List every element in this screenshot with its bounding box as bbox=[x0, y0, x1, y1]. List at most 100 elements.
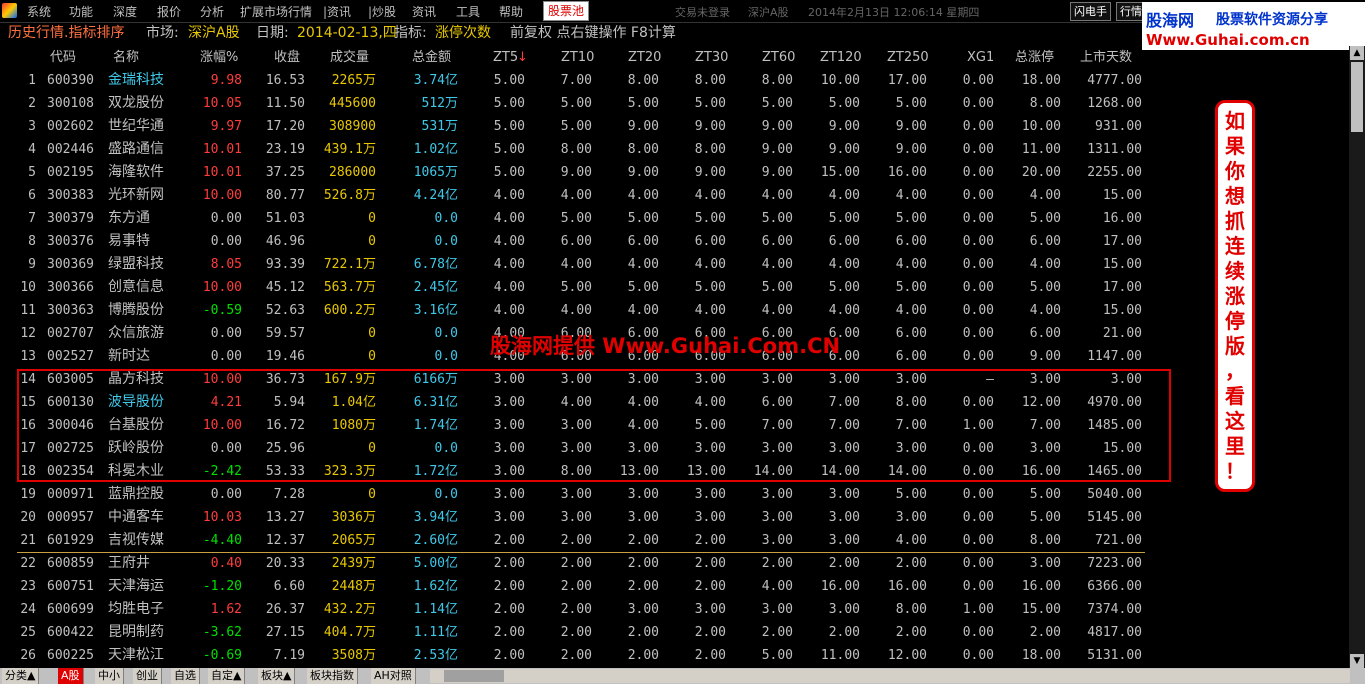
column-header[interactable]: 涨幅% bbox=[200, 46, 238, 69]
table-row[interactable]: 22 600859 王府井 0.40 20.33 2439万 5.00亿 2.00 2.00 2.… bbox=[0, 552, 1148, 575]
cell-close: 52.63 bbox=[265, 303, 305, 318]
column-header[interactable]: ZT120 bbox=[820, 46, 862, 69]
table-row[interactable]: 21 601929 吉视传媒 -4.40 12.37 2065万 2.60亿 2.00 2.00… bbox=[0, 529, 1148, 552]
cell-zt60: 4.00 bbox=[761, 188, 793, 203]
cell-code: 600422 bbox=[47, 625, 94, 640]
tab-3[interactable]: 创业 bbox=[133, 668, 162, 684]
flash-trade-button[interactable]: 闪电手 bbox=[1070, 2, 1111, 21]
cell-name: 科冕木业 bbox=[108, 463, 164, 479]
cell-name: 波导股份 bbox=[108, 394, 164, 410]
scroll-thumb[interactable] bbox=[1351, 62, 1363, 132]
tab-7[interactable]: 板块指数 bbox=[307, 668, 358, 684]
column-header[interactable]: ZT250 bbox=[887, 46, 929, 69]
menu-item[interactable]: 功能 bbox=[69, 3, 93, 20]
cell-chg: 0.40 bbox=[210, 556, 242, 571]
menu-item[interactable]: 分析 bbox=[200, 3, 224, 20]
cell-vol: 2448万 bbox=[331, 579, 376, 594]
market-value[interactable]: 深沪A股 bbox=[188, 22, 240, 44]
column-header[interactable]: XG1 bbox=[967, 46, 994, 69]
cell-zt5: 2.00 bbox=[493, 556, 525, 571]
table-row[interactable]: 8 300376 易事特 0.00 46.96 0 0.0 4.00 6.00 6.00 6.00 6… bbox=[0, 230, 1148, 253]
column-header[interactable]: ZT20 bbox=[628, 46, 661, 69]
column-header[interactable]: 总金额 bbox=[412, 46, 451, 69]
menu-item[interactable]: 报价 bbox=[157, 3, 181, 20]
table-row[interactable]: 6 300383 光环新网 10.00 80.77 526.8万 4.24亿 4.00 4.00… bbox=[0, 184, 1148, 207]
cell-no: 19 bbox=[20, 487, 36, 502]
cell-chg: 0.00 bbox=[210, 234, 242, 249]
table-row[interactable]: 4 002446 盛路通信 10.01 23.19 439.1万 1.02亿 5.00 8.00… bbox=[0, 138, 1148, 161]
cell-code: 600751 bbox=[47, 579, 94, 594]
table-row[interactable]: 7 300379 东方通 0.00 51.03 0 0.0 4.00 5.00 5.00 5.00 5… bbox=[0, 207, 1148, 230]
cell-zt120: 10.00 bbox=[820, 73, 860, 88]
table-row[interactable]: 14 603005 晶方科技 10.00 36.73 167.9万 6166万 3.00 3.0… bbox=[0, 368, 1148, 391]
table-row[interactable]: 23 600751 天津海运 -1.20 6.60 2448万 1.62亿 2.00 2.00 2… bbox=[0, 575, 1148, 598]
table-row[interactable]: 3 002602 世纪华通 9.97 17.20 308900 531万 5.00 5.00 9.… bbox=[0, 115, 1148, 138]
menu-item[interactable]: 系统 bbox=[27, 3, 51, 20]
h-scroll-thumb[interactable] bbox=[444, 670, 504, 682]
column-header[interactable]: 收盘 bbox=[274, 46, 300, 69]
cell-xg1: 0.00 bbox=[962, 533, 994, 548]
cell-zt30: 6.00 bbox=[694, 234, 726, 249]
table-row[interactable]: 17 002725 跃岭股份 0.00 25.96 0 0.0 3.00 3.00 3.00 3.0… bbox=[0, 437, 1148, 460]
vertical-scrollbar[interactable]: ▲ ▼ bbox=[1349, 46, 1365, 668]
column-header[interactable]: 名称 bbox=[113, 46, 139, 69]
table-row[interactable]: 5 002195 海隆软件 10.01 37.25 286000 1065万 5.00 9.00… bbox=[0, 161, 1148, 184]
table-row[interactable]: 10 300366 创意信息 10.00 45.12 563.7万 2.45亿 4.00 5.0… bbox=[0, 276, 1148, 299]
cell-amt: 1065万 bbox=[413, 165, 458, 180]
menu-item[interactable]: |炒股 bbox=[368, 3, 396, 20]
tab-8[interactable]: AH对照 bbox=[371, 668, 416, 684]
column-header[interactable]: 总涨停 bbox=[1015, 46, 1054, 69]
menu-item[interactable]: 深度 bbox=[113, 3, 137, 20]
table-row[interactable]: 9 300369 绿盟科技 8.05 93.39 722.1万 6.78亿 4.00 4.00 4… bbox=[0, 253, 1148, 276]
stock-pool-button[interactable]: 股票池 bbox=[543, 1, 590, 21]
table-row[interactable]: 25 600422 昆明制药 -3.62 27.15 404.7万 1.11亿 2.00 2.0… bbox=[0, 621, 1148, 644]
cell-zt120: 4.00 bbox=[828, 188, 860, 203]
table-row[interactable]: 19 000971 蓝鼎控股 0.00 7.28 0 0.0 3.00 3.00 3.00 3.00… bbox=[0, 483, 1148, 506]
trade-status: 交易未登录 bbox=[675, 6, 730, 19]
table-row[interactable]: 20 000957 中通客车 10.03 13.27 3036万 3.94亿 3.00 3.00… bbox=[0, 506, 1148, 529]
cell-amt: 3.16亿 bbox=[413, 303, 458, 318]
tab-4[interactable]: 自选 bbox=[171, 668, 200, 684]
column-header[interactable]: 代码 bbox=[50, 46, 76, 69]
tab-5[interactable]: 自定▲ bbox=[208, 668, 246, 684]
cell-name: 吉视传媒 bbox=[108, 532, 164, 548]
table-row[interactable]: 18 002354 科冕木业 -2.42 53.33 323.3万 1.72亿 3.00 8.0… bbox=[0, 460, 1148, 483]
scroll-up-icon[interactable]: ▲ bbox=[1350, 46, 1364, 60]
cell-zt250: 4.00 bbox=[895, 303, 927, 318]
column-header[interactable]: ZT10 bbox=[561, 46, 594, 69]
cell-total: 3.00 bbox=[1029, 372, 1061, 387]
column-header[interactable]: ZT5 bbox=[493, 46, 518, 69]
cell-zt10: 7.00 bbox=[560, 73, 592, 88]
table-row[interactable]: 11 300363 博腾股份 -0.59 52.63 600.2万 3.16亿 4.00 4.0… bbox=[0, 299, 1148, 322]
cell-code: 002195 bbox=[47, 165, 94, 180]
menu-item[interactable]: |资讯 bbox=[323, 3, 351, 20]
cell-name: 东方通 bbox=[108, 210, 150, 226]
column-header[interactable]: ZT30 bbox=[695, 46, 728, 69]
horizontal-scrollbar[interactable] bbox=[430, 669, 1350, 683]
indicator-value[interactable]: 涨停次数 bbox=[435, 22, 491, 44]
cell-zt30: 5.00 bbox=[694, 211, 726, 226]
table-row[interactable]: 2 300108 双龙股份 10.05 11.50 445600 512万 5.00 5.00 5… bbox=[0, 92, 1148, 115]
cell-zt5: 4.00 bbox=[493, 257, 525, 272]
scroll-down-icon[interactable]: ▼ bbox=[1350, 654, 1364, 668]
table-row[interactable]: 1 600390 金瑞科技 9.98 16.53 2265万 3.74亿 5.00 7.00 8.… bbox=[0, 69, 1148, 92]
table-row[interactable]: 26 600225 天津松江 -0.69 7.19 3508万 2.53亿 2.00 2.00 2… bbox=[0, 644, 1148, 667]
table-row[interactable]: 16 300046 台基股份 10.00 16.72 1080万 1.74亿 3.00 3.00… bbox=[0, 414, 1148, 437]
cell-name: 台基股份 bbox=[108, 417, 164, 433]
table-row[interactable]: 24 600699 均胜电子 1.62 26.37 432.2万 1.14亿 2.00 2.00… bbox=[0, 598, 1148, 621]
tab-6[interactable]: 板块▲ bbox=[258, 668, 296, 684]
tab-2[interactable]: 中小 bbox=[95, 668, 124, 684]
menu-item[interactable]: 扩展市场行情 bbox=[240, 3, 312, 20]
tab-1[interactable]: A股 bbox=[58, 668, 84, 684]
menu-item[interactable]: 帮助 bbox=[499, 3, 523, 20]
cell-name: 新时达 bbox=[108, 348, 150, 364]
menu-item[interactable]: 工具 bbox=[456, 3, 480, 20]
table-row[interactable]: 15 600130 波导股份 4.21 5.94 1.04亿 6.31亿 3.00 4.00 4.… bbox=[0, 391, 1148, 414]
menu-item[interactable]: 资讯 bbox=[412, 3, 436, 20]
column-header[interactable]: ZT60 bbox=[762, 46, 795, 69]
date-value[interactable]: 2014-02-13,四 bbox=[297, 22, 397, 44]
column-header[interactable]: 成交量 bbox=[330, 46, 369, 69]
tab-0[interactable]: 分类▲ bbox=[2, 668, 40, 684]
cell-vol: 432.2万 bbox=[323, 602, 376, 617]
column-header[interactable]: 上市天数 bbox=[1080, 46, 1132, 69]
